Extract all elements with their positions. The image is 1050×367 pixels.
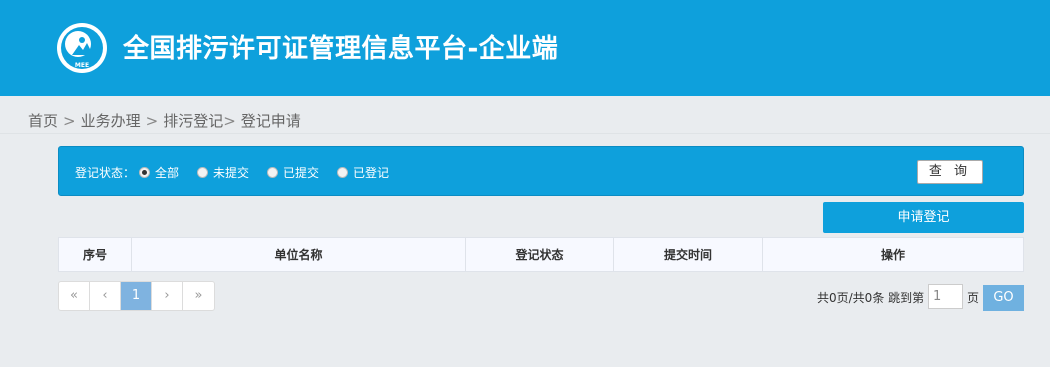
jump-page-input[interactable]: 1 — [928, 284, 963, 309]
breadcrumb-registration[interactable]: 排污登记 — [163, 112, 223, 130]
column-header-status: 登记状态 — [465, 237, 614, 272]
radio-submitted[interactable]: 已提交 — [267, 164, 319, 181]
last-page-button[interactable]: » — [183, 282, 214, 310]
status-filter-label: 登记状态： — [75, 166, 136, 180]
breadcrumb-separator: > — [223, 112, 236, 130]
filter-bar: 登记状态： 全部 未提交 已提交 已登记 查 询 — [58, 146, 1024, 196]
app-title: 全国排污许可证管理信息平台-企业端 — [123, 34, 559, 64]
page-button-current[interactable]: 1 — [121, 282, 152, 310]
breadcrumb-separator: > — [63, 112, 76, 130]
next-page-button[interactable]: › — [152, 282, 183, 310]
radio-unchecked-icon[interactable] — [337, 167, 348, 178]
svg-text:MEE: MEE — [75, 62, 89, 69]
radio-checked-icon[interactable] — [139, 167, 150, 178]
breadcrumb-divider — [0, 133, 1050, 134]
breadcrumb-home[interactable]: 首页 — [28, 112, 58, 130]
page-summary: 共0页/共0条 跳到第 — [817, 289, 924, 306]
pagination: « ‹ 1 › » — [58, 281, 215, 311]
jump-label: 跳到第 — [888, 291, 925, 305]
radio-unchecked-icon[interactable] — [267, 167, 278, 178]
column-header-unit-name: 单位名称 — [131, 237, 466, 272]
radio-all[interactable]: 全部 — [139, 164, 179, 181]
page-unit-label: 页 — [967, 291, 980, 305]
total-summary: 共0页/共0条 — [817, 291, 885, 305]
radio-registered[interactable]: 已登记 — [337, 164, 389, 181]
breadcrumb-separator: > — [145, 112, 159, 130]
column-header-index: 序号 — [58, 237, 132, 272]
radio-unchecked-icon[interactable] — [197, 167, 208, 178]
page-header: MEE 全国排污许可证管理信息平台-企业端 — [0, 0, 1050, 96]
apply-registration-button[interactable]: 申请登记 — [823, 202, 1024, 233]
prev-page-button[interactable]: ‹ — [90, 282, 121, 310]
breadcrumb: 首页 > 业务办理 > 排污登记> 登记申请 — [28, 110, 301, 131]
breadcrumb-current: 登记申请 — [240, 112, 301, 130]
column-header-actions: 操作 — [762, 237, 1024, 272]
column-header-submit-time: 提交时间 — [613, 237, 763, 272]
mee-emblem-icon: MEE — [57, 23, 107, 73]
registration-table: 序号 单位名称 登记状态 提交时间 操作 — [58, 237, 1024, 272]
table-header-row: 序号 单位名称 登记状态 提交时间 操作 — [58, 237, 1024, 272]
go-button[interactable]: GO — [983, 285, 1024, 311]
radio-unsubmitted[interactable]: 未提交 — [197, 164, 249, 181]
first-page-button[interactable]: « — [59, 282, 90, 310]
query-button[interactable]: 查 询 — [917, 160, 983, 184]
breadcrumb-business[interactable]: 业务办理 — [81, 112, 141, 130]
